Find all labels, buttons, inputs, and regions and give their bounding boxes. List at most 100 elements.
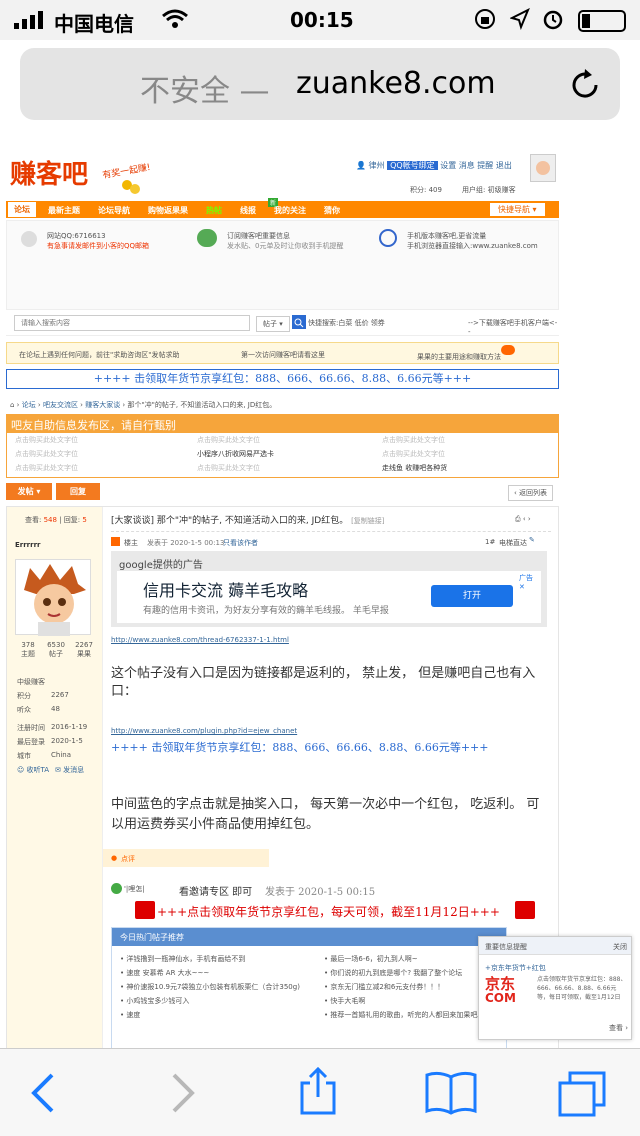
post-banner-link[interactable]: ++++ 击领取年货节京享红包：888、666、66.66、8.88、6.66元…: [111, 739, 488, 755]
popup-heading[interactable]: +京东年货节+红包: [485, 963, 546, 973]
profile-row-label: 听众: [17, 706, 31, 714]
hot-post-item[interactable]: • 小鸡钱宝多少钱可入: [120, 996, 189, 1006]
notice-help[interactable]: 在论坛上遇到任何问题，前往"求助咨询区"发帖求助: [19, 350, 179, 360]
nav-follow[interactable]: 我的关注: [274, 205, 306, 216]
ad-slot[interactable]: 点击购买此处文字位: [197, 435, 260, 445]
hot-post-item[interactable]: • 京东无门槛立减2和6元支付券！！！: [324, 982, 444, 992]
author-avatar[interactable]: [15, 559, 91, 636]
elevator-link[interactable]: 电梯直达: [499, 538, 527, 548]
site-logo[interactable]: 赚客吧 有奖一起赚!: [10, 154, 151, 194]
nav-guide[interactable]: 论坛导航: [98, 205, 130, 216]
wechat-line2: 发水贴、0元单及时让你收到手机提醒: [227, 242, 344, 250]
post-body-2: 中间蓝色的字点击就是抽奖入口， 每天第一次必中一个红包， 吃返利。 可以用运费券…: [111, 797, 540, 832]
quick-nav-button[interactable]: 快捷导航 ▾: [490, 203, 545, 216]
breadcrumb-forum[interactable]: 论坛: [22, 401, 36, 409]
reload-icon[interactable]: [568, 68, 602, 106]
home-icon[interactable]: ⌂: [10, 401, 14, 409]
wifi-icon: [160, 8, 190, 35]
hot-post-item[interactable]: • 洋钱撸到一瓶神仙水，手机有画给不到: [120, 954, 245, 964]
nav-forum[interactable]: 论坛: [8, 202, 36, 217]
tabs-icon[interactable]: [556, 1067, 610, 1123]
search-input[interactable]: [14, 315, 250, 331]
ad-title[interactable]: 信用卡交流 薅羊毛攻略: [143, 577, 308, 601]
nav-shopping[interactable]: 购物返果果: [148, 205, 188, 216]
ad-slot[interactable]: 走线鱼 收赚吧各种货: [382, 463, 447, 473]
popup-close-button[interactable]: 关闭: [613, 942, 627, 952]
follow-button[interactable]: ☺ 收听TA: [17, 765, 49, 775]
hot-posts-title: 今日热门帖子推荐: [112, 928, 506, 946]
logout-link[interactable]: 退出: [496, 161, 512, 170]
red-packet-icon: [515, 901, 535, 919]
user-icon: 👤: [356, 161, 366, 170]
username-link[interactable]: 律州: [369, 161, 385, 170]
breadcrumb-board[interactable]: 赚客大家谈: [85, 401, 120, 409]
search-type-select[interactable]: 帖子 ▾: [256, 316, 290, 332]
ad-slot[interactable]: 点击购买此处文字位: [382, 449, 445, 459]
search-button[interactable]: [292, 315, 306, 329]
post-link[interactable]: http://www.zuanke8.com/plugin.php?id=eje…: [111, 727, 297, 735]
notice-guoguo[interactable]: 果果的主要用途和赚取方法: [417, 352, 501, 362]
ad-slot[interactable]: 点击购买此处文字位: [15, 463, 78, 473]
ad-slot[interactable]: 小程序八折收网易严选卡: [197, 449, 274, 459]
nav-latest[interactable]: 最新主题: [48, 205, 80, 216]
avatar[interactable]: [530, 154, 556, 182]
reply-promo[interactable]: +++点击领取年货节京享红包，每天可领，截至11月12日+++: [157, 903, 500, 920]
hot-post-item[interactable]: • 你们说的初九到底是哪个? 我翻了整个论坛: [324, 968, 462, 978]
author-profile: 查看: 548 | 回复: 5 Errrrrr 378 主题 6530 帖子 226…: [7, 507, 103, 1050]
message-button[interactable]: ✉ 发消息: [55, 765, 84, 775]
author-level[interactable]: 中级赚客: [17, 677, 45, 687]
author-name[interactable]: Errrrrr: [15, 541, 41, 549]
forward-icon[interactable]: [170, 1073, 196, 1117]
settings-link[interactable]: 设置: [440, 161, 456, 170]
address-bar[interactable]: 不安全 — zuanke8.com: [20, 48, 620, 120]
hot-post-item[interactable]: • 神价速报10.9元7袋独立小包装有机板栗仁（合计350g): [120, 982, 300, 992]
back-icon[interactable]: [30, 1073, 56, 1117]
reply-button[interactable]: 回复: [56, 483, 100, 500]
ad-choices-icon[interactable]: 广告 ✕: [519, 573, 541, 591]
hot-post-item[interactable]: • 最后一场6-6，初九到人啊~: [324, 954, 418, 964]
profile-row-value: 2267: [51, 691, 69, 699]
hot-posts: 今日热门帖子推荐 • 洋钱撸到一瓶神仙水，手机有画给不到 • 速度 安慕希 AR…: [111, 927, 507, 1050]
notify-link[interactable]: 提醒: [477, 161, 493, 170]
reply-user[interactable]: '|哩怎|: [124, 884, 145, 894]
breadcrumb-section[interactable]: 吧友交流区: [43, 401, 78, 409]
app-download-link[interactable]: -->下载赚客吧手机客户端<--: [468, 318, 559, 336]
hot-search-links[interactable]: 快捷搜索:白菜 低价 领券: [308, 318, 385, 328]
post-body-1: 这个帖子没有入口是因为链接都是返利的， 禁止发， 但是赚吧自己也有入口：: [111, 666, 536, 699]
hot-post-item[interactable]: • 速度: [120, 1010, 140, 1020]
new-post-button[interactable]: 发帖 ▾: [6, 483, 52, 500]
share-icon[interactable]: [298, 1066, 338, 1121]
hot-post-item[interactable]: • 推荐一首婚礼用的歌曲，听完的人都回来加果吧。: [324, 1010, 484, 1020]
wechat-icon: [197, 229, 217, 247]
hot-post-item[interactable]: • 速度 安慕希 AR 大水~~~: [120, 968, 209, 978]
ad-slot[interactable]: 点击购买此处文字位: [15, 435, 78, 445]
notice-popup: 重要信息提醒 关闭 +京东年货节+红包 京东 COM 点击领取年货节京享红包：8…: [478, 936, 632, 1040]
hot-post-item[interactable]: • 快手大毛啊: [324, 996, 365, 1006]
user-group-label[interactable]: 用户组: 初级赚客: [462, 185, 516, 195]
messages-link[interactable]: 消息: [459, 161, 475, 170]
popup-more-link[interactable]: 查看 ›: [609, 1023, 628, 1033]
nav-guess[interactable]: 猜你: [324, 205, 340, 216]
copy-link[interactable]: [复制链接]: [351, 517, 384, 525]
back-to-list-button[interactable]: ‹ 返回列表: [508, 485, 554, 501]
ad-slot[interactable]: 点击购买此处文字位: [382, 435, 445, 445]
bookmarks-icon[interactable]: [424, 1071, 478, 1119]
print-icon[interactable]: ⎙ ‹ ›: [515, 515, 531, 524]
ad-slot[interactable]: 点击购买此处文字位: [15, 449, 78, 459]
status-bar: 中国电信 00:15: [0, 0, 640, 40]
only-author-link[interactable]: 只看该作者: [223, 538, 258, 548]
reply-avatar[interactable]: [111, 883, 122, 894]
rate-bar[interactable]: ● 点评: [103, 849, 269, 867]
signal-icon: [14, 10, 48, 29]
post-link[interactable]: http://www.zuanke8.com/thread-6762337-1-…: [111, 636, 289, 644]
google-ad[interactable]: google提供的广告 信用卡交流 薅羊毛攻略 有趣的信用卡资讯，为好友分享有效…: [111, 551, 547, 627]
qq-bind-link[interactable]: QQ帐号绑定: [387, 161, 438, 170]
promo-banner[interactable]: ++++ 击领取年货节京享红包：888、666、66.66、8.88、6.66元…: [6, 369, 559, 389]
ad-slot[interactable]: 点击购买此处文字位: [197, 463, 260, 473]
nav-hot[interactable]: 热帖: [206, 205, 222, 216]
ad-open-button[interactable]: 打开: [431, 585, 513, 607]
ad-card[interactable]: 信用卡交流 薅羊毛攻略 有趣的信用卡资讯，为好友分享有效的薅羊毛线报。 羊毛早报…: [117, 571, 541, 623]
nav-deals[interactable]: 线报: [240, 205, 256, 216]
notice-first-visit[interactable]: 第一次访问赚客吧请看这里: [241, 350, 325, 360]
edit-icon[interactable]: ✎: [529, 536, 535, 544]
